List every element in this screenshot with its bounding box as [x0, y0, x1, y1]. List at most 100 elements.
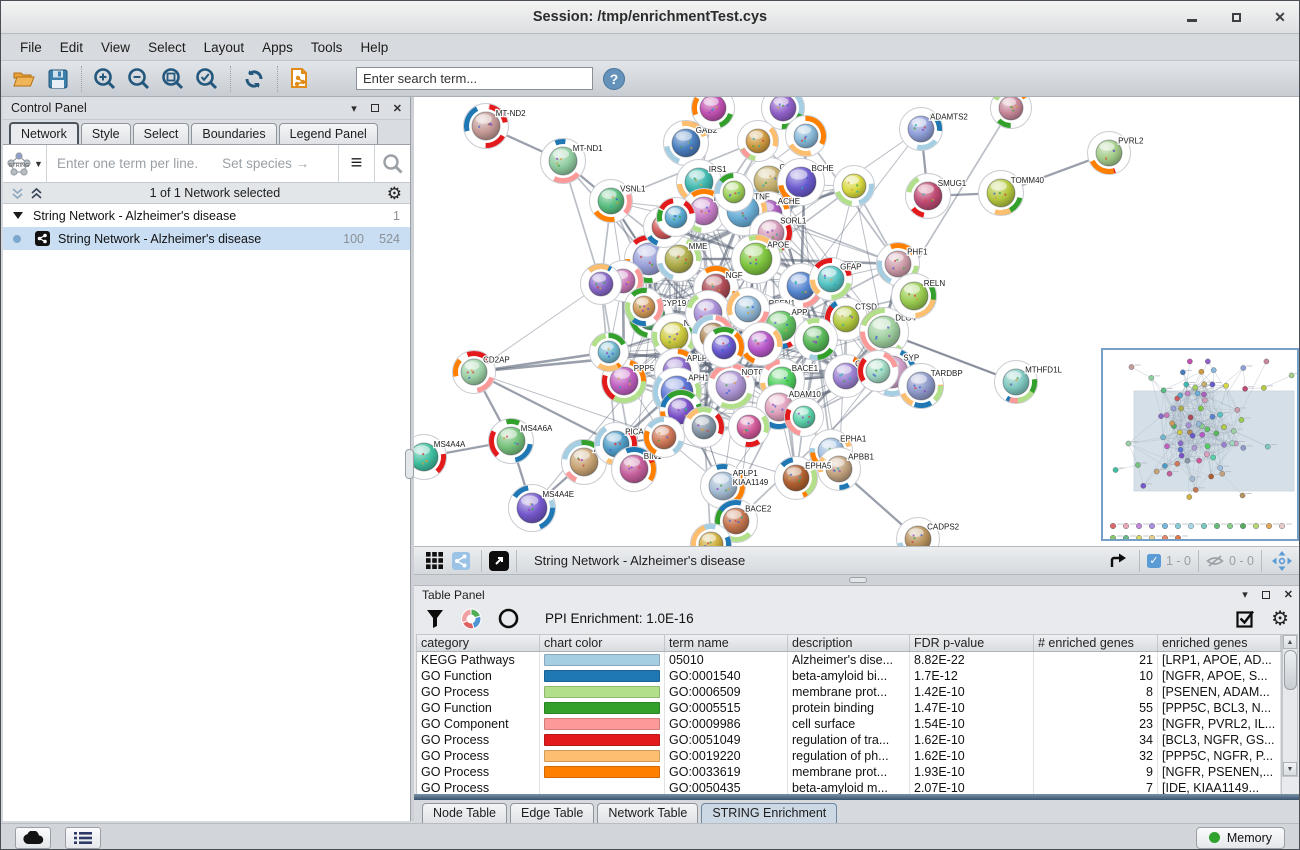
close-panel-icon[interactable]: ✕ — [393, 102, 402, 115]
table-float-panel-icon[interactable] — [1262, 591, 1270, 599]
network-node[interactable] — [684, 407, 725, 448]
network-node[interactable] — [715, 173, 754, 212]
enrichment-settings-gear-icon[interactable]: ⚙ — [1271, 609, 1289, 629]
zoom-in-icon[interactable] — [92, 66, 118, 92]
network-node[interactable]: TOMM40 — [979, 171, 1045, 216]
menu-edit[interactable]: Edit — [51, 37, 92, 58]
tab-boundaries[interactable]: Boundaries — [191, 123, 276, 144]
network-node[interactable]: MT-ND1 — [541, 139, 604, 184]
table-row[interactable]: GO ProcessGO:0019220regulation of ph...1… — [417, 748, 1281, 764]
open-session-icon[interactable] — [11, 66, 37, 92]
tab-edge-table[interactable]: Edge Table — [510, 803, 594, 823]
network-node[interactable] — [785, 398, 824, 437]
network-node[interactable] — [786, 116, 827, 157]
export-network-icon[interactable] — [1106, 548, 1132, 574]
zoom-out-icon[interactable] — [126, 66, 152, 92]
network-node[interactable]: CADPS2 — [897, 518, 960, 547]
birds-eye-toggle-icon[interactable] — [1269, 548, 1295, 574]
string-search-icon[interactable] — [374, 145, 410, 182]
network-node[interactable] — [729, 407, 770, 448]
menu-layout[interactable]: Layout — [195, 37, 254, 58]
collection-expand-icon[interactable] — [13, 212, 23, 219]
save-session-icon[interactable] — [45, 66, 71, 92]
minimize-button[interactable] — [1181, 7, 1203, 29]
column-header-term-name[interactable]: term name — [665, 635, 788, 651]
table-panel-menu-icon[interactable]: ▾ — [1242, 588, 1248, 601]
tab-string-enrichment[interactable]: STRING Enrichment — [701, 803, 837, 823]
network-node[interactable] — [738, 121, 779, 162]
network-node[interactable] — [625, 288, 664, 327]
network-node[interactable]: ADAMTS2 — [900, 108, 969, 151]
network-node[interactable]: MT-ND2 — [464, 104, 527, 149]
tab-network-table[interactable]: Network Table — [597, 803, 698, 823]
table-row[interactable]: GO ComponentGO:0009986cell surface1.54E-… — [417, 716, 1281, 732]
task-list-button[interactable] — [65, 827, 101, 849]
network-node[interactable]: MS4A4E — [509, 485, 575, 532]
search-input[interactable] — [356, 67, 593, 90]
network-row-selected[interactable]: String Network - Alzheimer's disease 100… — [3, 227, 410, 250]
network-node[interactable]: TARDBP — [899, 364, 963, 409]
scrollbar-thumb[interactable] — [1284, 650, 1297, 690]
network-node[interactable] — [991, 97, 1032, 129]
network-node[interactable]: VSNL1 — [590, 180, 646, 223]
horizontal-splitter-grip[interactable] — [849, 577, 867, 583]
menu-apps[interactable]: Apps — [253, 37, 302, 58]
network-node[interactable] — [858, 351, 899, 392]
table-row[interactable]: GO ProcessGO:0006509membrane prot...1.42… — [417, 684, 1281, 700]
draw-charts-icon[interactable] — [460, 608, 482, 630]
string-options-icon[interactable]: ≡ — [338, 145, 374, 182]
tab-select[interactable]: Select — [133, 123, 190, 144]
column-header-enriched-genes[interactable]: enriched genes — [1158, 635, 1281, 651]
birds-eye-view[interactable] — [1101, 348, 1299, 541]
table-close-panel-icon[interactable]: ✕ — [1284, 588, 1293, 601]
refresh-icon[interactable] — [241, 66, 267, 92]
column-header-category[interactable]: category — [417, 635, 540, 651]
string-term-input[interactable]: Enter one term per line. Set species → — [47, 156, 338, 171]
network-node[interactable] — [590, 333, 629, 372]
network-node[interactable] — [704, 327, 745, 368]
network-node[interactable] — [581, 264, 622, 305]
menu-help[interactable]: Help — [351, 37, 397, 58]
menu-tools[interactable]: Tools — [302, 37, 352, 58]
share-network-icon[interactable] — [448, 548, 474, 574]
table-row[interactable]: GO ProcessGO:0051049regulation of tra...… — [417, 732, 1281, 748]
import-network-icon[interactable] — [288, 66, 314, 92]
grid-view-icon[interactable] — [422, 548, 448, 574]
tab-network[interactable]: Network — [9, 122, 79, 144]
vertical-splitter-grip[interactable] — [405, 449, 414, 479]
network-node[interactable] — [740, 323, 783, 366]
column-header--enriched-genes[interactable]: # enriched genes — [1034, 635, 1158, 651]
zoom-fit-icon[interactable] — [160, 66, 186, 92]
cloud-button[interactable] — [15, 827, 51, 849]
table-row[interactable]: KEGG Pathways05010Alzheimer's dise...8.8… — [417, 652, 1281, 668]
network-node[interactable] — [657, 198, 696, 237]
collapse-all-icon[interactable] — [11, 187, 24, 200]
filter-icon[interactable] — [426, 609, 444, 629]
network-node[interactable]: RELN — [892, 274, 946, 319]
network-node[interactable]: MS4A6A — [489, 419, 554, 464]
tab-node-table[interactable]: Node Table — [422, 803, 507, 823]
scroll-down-icon[interactable]: ▼ — [1283, 762, 1297, 776]
close-button[interactable]: ✕ — [1269, 7, 1291, 29]
column-header-description[interactable]: description — [788, 635, 910, 651]
column-header-chart-color[interactable]: chart color — [540, 635, 665, 651]
float-panel-icon[interactable] — [371, 104, 379, 112]
memory-button[interactable]: Memory — [1196, 827, 1285, 849]
panel-menu-icon[interactable]: ▾ — [351, 102, 357, 115]
network-view[interactable]: MT-ND2MT-ND1VSNL1GAB2IRS1CHATBCHEACHEIL1… — [414, 97, 1300, 546]
menu-file[interactable]: File — [11, 37, 51, 58]
menu-view[interactable]: View — [92, 37, 139, 58]
tab-legend-panel[interactable]: Legend Panel — [279, 123, 378, 144]
help-icon[interactable]: ? — [601, 66, 627, 92]
network-node[interactable]: PVRL2 — [1088, 132, 1144, 175]
network-collection-row[interactable]: String Network - Alzheimer's disease 1 — [3, 204, 410, 227]
table-scrollbar[interactable]: ▲ ▼ — [1282, 634, 1298, 777]
network-node[interactable] — [834, 166, 875, 207]
zoom-selected-icon[interactable] — [194, 66, 220, 92]
open-in-browser-icon[interactable] — [489, 551, 509, 571]
network-node[interactable] — [644, 417, 685, 458]
maximize-button[interactable] — [1225, 7, 1247, 29]
network-node[interactable]: MS4A4A — [414, 435, 466, 480]
table-row[interactable]: GO FunctionGO:0005515protein binding1.47… — [417, 700, 1281, 716]
table-row[interactable]: GO ProcessGO:0033619membrane prot...1.93… — [417, 764, 1281, 780]
